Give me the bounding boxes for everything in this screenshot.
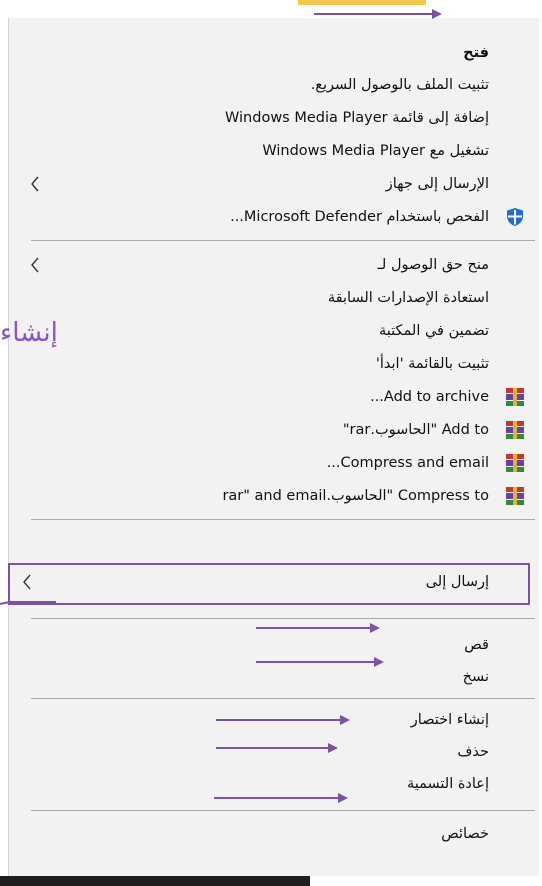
chevron-left-icon [31, 176, 39, 192]
menu-item-label: تثبيت بالقائمة 'ابدأ' [375, 356, 489, 372]
menu-item-include-library[interactable]: تضمين في المكتبة [9, 315, 535, 347]
menu-item-rename[interactable]: إعادة التسمية [9, 768, 535, 800]
menu-item-label: Compress to "الحاسوب.rar" and email [222, 488, 489, 504]
menu-item-label: خصائص [441, 826, 489, 842]
menu-item-label: الفحص باستخدام Microsoft Defender... [230, 209, 489, 225]
menu-item-pin-quick-access[interactable]: تثبيت الملف بالوصول السريع. [9, 69, 535, 101]
menu-item-label: Compress and email... [326, 455, 489, 471]
chevron-left-icon [31, 257, 39, 273]
top-accent-strip [298, 0, 426, 5]
menu-item-cut[interactable]: قص [9, 629, 535, 661]
menu-separator [31, 519, 535, 520]
menu-separator [31, 698, 535, 699]
winrar-icon [506, 421, 524, 439]
menu-item-restore-versions[interactable]: استعادة الإصدارات السابقة [9, 282, 535, 314]
menu-item-label: حذف [457, 744, 489, 760]
menu-item-label: إعادة التسمية [406, 776, 489, 792]
menu-item-label: قص [464, 637, 489, 653]
menu-item-open[interactable]: فتح [9, 37, 535, 69]
winrar-icon [506, 454, 524, 472]
menu-item-label: نسخ [462, 669, 489, 685]
menu-item-label: تشغيل مع Windows Media Player [262, 143, 489, 159]
menu-item-label: تثبيت الملف بالوصول السريع. [310, 77, 489, 93]
menu-item-play-with-wmp[interactable]: تشغيل مع Windows Media Player [9, 135, 535, 167]
menu-item-scan-defender[interactable]: الفحص باستخدام Microsoft Defender... [9, 201, 535, 233]
menu-item-delete[interactable]: حذف [9, 736, 535, 768]
menu-item-label: فتح [463, 45, 489, 61]
menu-separator [31, 240, 535, 241]
winrar-icon [506, 487, 524, 505]
menu-item-cast-to-device[interactable]: الإرسال إلى جهاز [9, 168, 535, 200]
menu-item-copy[interactable]: نسخ [9, 661, 535, 693]
menu-item-send-to[interactable]: إرسال إلى [9, 566, 535, 598]
menu-item-pin-start[interactable]: تثبيت بالقائمة 'ابدأ' [9, 348, 535, 380]
menu-item-label: الإرسال إلى جهاز [385, 176, 489, 192]
menu-item-add-to-wmp-list[interactable]: إضافة إلى قائمة Windows Media Player [9, 102, 535, 134]
menu-item-label: إنشاء اختصار [410, 712, 489, 728]
chevron-left-icon [23, 574, 31, 590]
context-menu: فتح تثبيت الملف بالوصول السريع. إضافة إل… [8, 18, 539, 876]
defender-shield-icon [507, 208, 523, 226]
annotation-side-text: إنشاء [0, 318, 58, 348]
menu-item-add-to-rar[interactable]: Add to "الحاسوب.rar" [9, 414, 535, 446]
menu-item-label: تضمين في المكتبة [378, 323, 489, 339]
menu-item-label: Add to "الحاسوب.rar" [342, 422, 489, 438]
menu-separator [31, 810, 535, 811]
menu-item-create-shortcut[interactable]: إنشاء اختصار [9, 704, 535, 736]
menu-item-compress-rar-email[interactable]: Compress to "الحاسوب.rar" and email [9, 480, 535, 512]
menu-item-label: منح حق الوصول لـ [377, 257, 489, 273]
menu-item-compress-email[interactable]: Compress and email... [9, 447, 535, 479]
menu-separator [31, 618, 535, 619]
menu-item-give-access[interactable]: منح حق الوصول لـ [9, 249, 535, 281]
menu-item-label: Add to archive... [370, 389, 489, 405]
menu-item-properties[interactable]: خصائص [9, 818, 535, 850]
winrar-icon [506, 388, 524, 406]
menu-item-label: استعادة الإصدارات السابقة [327, 290, 489, 306]
menu-item-label: إرسال إلى [425, 574, 489, 590]
menu-item-add-to-archive[interactable]: Add to archive... [9, 381, 535, 413]
taskbar-strip [0, 876, 310, 886]
menu-item-label: إضافة إلى قائمة Windows Media Player [225, 110, 489, 126]
